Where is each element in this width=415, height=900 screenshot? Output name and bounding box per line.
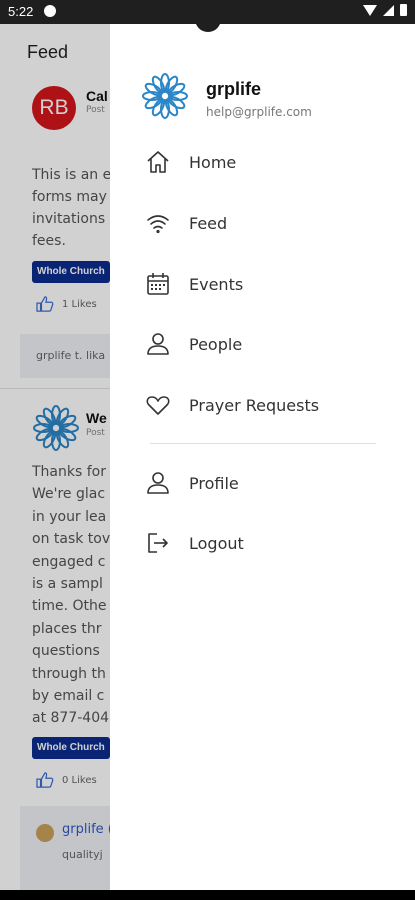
- status-bar: 5:22: [0, 0, 415, 32]
- status-icons: [363, 4, 407, 16]
- menu-item-feed[interactable]: Feed: [145, 203, 385, 243]
- person-icon: [145, 331, 171, 357]
- grplife-logo: [142, 73, 188, 119]
- wifi-status-icon: [363, 4, 377, 16]
- menu-label: Home: [189, 152, 237, 172]
- menu-item-prayer-requests[interactable]: Prayer Requests: [145, 385, 385, 425]
- wifi-icon: [145, 210, 171, 236]
- signal-icon: [383, 4, 394, 16]
- menu-item-events[interactable]: Events: [145, 264, 385, 304]
- notification-icon: [44, 5, 56, 17]
- menu-label: Logout: [189, 533, 244, 553]
- battery-icon: [400, 4, 407, 16]
- menu-label: Events: [189, 274, 244, 294]
- logout-icon: [145, 530, 171, 556]
- menu-item-logout[interactable]: Logout: [145, 523, 385, 563]
- menu-label: Feed: [189, 213, 228, 233]
- camera-cutout: [195, 6, 221, 32]
- home-gesture-handle[interactable]: [170, 885, 245, 889]
- drawer-app-name: grplife: [206, 79, 262, 99]
- drawer-divider: [150, 443, 376, 444]
- heart-icon: [145, 392, 171, 418]
- system-nav-bar: [0, 890, 415, 900]
- menu-item-profile[interactable]: Profile: [145, 463, 385, 503]
- menu-item-people[interactable]: People: [145, 324, 385, 364]
- menu-label: People: [189, 334, 243, 354]
- status-time: 5:22: [8, 4, 34, 19]
- person-icon: [145, 470, 171, 496]
- drawer-email: help@grplife.com: [206, 105, 312, 119]
- navigation-drawer: grplife help@grplife.com Home Feed Event…: [110, 24, 415, 890]
- home-icon: [145, 149, 171, 175]
- menu-item-home[interactable]: Home: [145, 142, 385, 182]
- menu-label: Prayer Requests: [189, 395, 320, 415]
- menu-label: Profile: [189, 473, 239, 493]
- calendar-icon: [145, 271, 171, 297]
